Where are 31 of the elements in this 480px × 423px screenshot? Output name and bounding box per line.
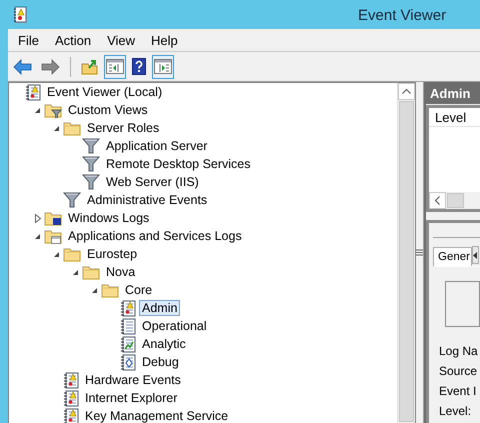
tree-item[interactable]: Key Management Service <box>82 408 232 423</box>
tree-item[interactable]: Analytic <box>139 336 189 352</box>
field-label: Source <box>439 363 478 380</box>
menu-item[interactable]: File <box>10 32 47 48</box>
tab[interactable]: Gener <box>433 247 472 266</box>
pane-header: Admin <box>426 82 480 104</box>
tree-item[interactable]: Application Server <box>103 138 210 154</box>
tree-item[interactable]: Debug <box>139 354 182 370</box>
tree-item[interactable]: Admin <box>139 300 180 316</box>
tree-item[interactable]: Web Server (IIS) <box>103 174 202 190</box>
field-label: Level: <box>439 403 472 420</box>
tree-item[interactable]: Windows Logs <box>65 210 152 226</box>
tree-item[interactable]: Applications and Services Logs <box>65 228 245 244</box>
tree-item[interactable]: Administrative Events <box>84 192 210 208</box>
menu-item[interactable]: View <box>99 32 144 48</box>
column-header[interactable]: Level <box>429 110 466 124</box>
tree-item[interactable]: Remote Desktop Services <box>103 156 254 172</box>
tree-item[interactable]: Custom Views <box>65 102 151 118</box>
tree-item[interactable]: Internet Explorer <box>82 390 180 406</box>
tree-item[interactable]: Core <box>122 282 156 298</box>
window-title: Event Viewer <box>358 7 446 24</box>
tree-item[interactable]: Operational <box>139 318 210 334</box>
field-label: Event I <box>439 383 478 400</box>
field-label: Log Na <box>439 343 479 360</box>
tree-item[interactable]: Server Roles <box>84 120 162 136</box>
tree-item[interactable]: Event Viewer (Local) <box>44 84 166 100</box>
tree-item[interactable]: Nova <box>103 264 138 280</box>
tree-item[interactable]: Hardware Events <box>82 372 184 388</box>
tree-item[interactable]: Eurostep <box>84 246 140 262</box>
menu-item[interactable]: Help <box>143 32 186 48</box>
menu-item[interactable]: Action <box>46 32 100 48</box>
